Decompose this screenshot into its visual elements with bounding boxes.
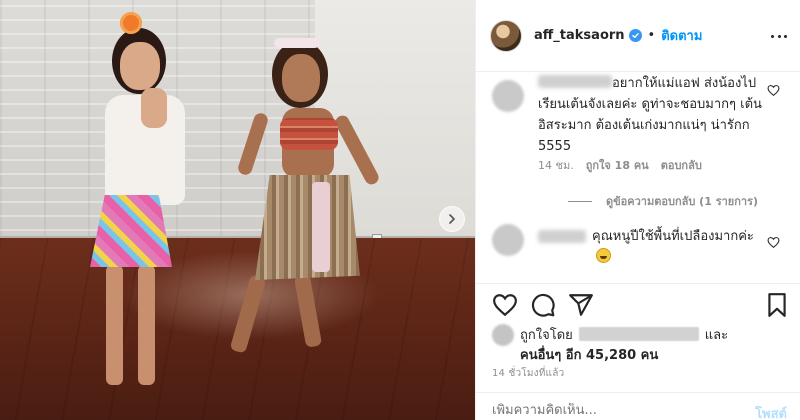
child-left-leg [106, 265, 123, 385]
likes-count[interactable]: คนอื่นๆ อีก 45,280 คน [520, 344, 658, 365]
follow-button[interactable]: ติดตาม [661, 25, 702, 46]
bookmark-icon[interactable] [764, 292, 790, 318]
liker-avatar[interactable] [492, 324, 514, 346]
child-right-top [280, 118, 338, 150]
smiling-sweat-emoji-icon [596, 248, 611, 263]
comment-body: อยากให้แม่แอฟ ส่งน้องไปเรียนเต้นจังเลยค่… [538, 73, 768, 157]
commenter-name-redacted[interactable] [538, 75, 612, 88]
comment-like-icon[interactable] [767, 236, 780, 249]
author-username[interactable]: aff_taksaorn [534, 28, 625, 43]
view-replies-label: ดูข้อความตอบกลับ (1 รายการ) [606, 195, 758, 208]
post-comment-button[interactable]: โพสต์ [755, 403, 787, 420]
comment-input[interactable] [492, 403, 722, 418]
likes-line: ถูกใจโดย และ [520, 324, 728, 345]
child-left-leg-2 [138, 265, 155, 385]
add-comment-bar: โพสต์ [476, 392, 800, 420]
next-media-button[interactable] [439, 206, 465, 232]
heart-icon[interactable] [492, 292, 518, 318]
child-right-face [282, 54, 320, 102]
comment-meta: 14 ชม. ถูกใจ 18 คน ตอบกลับ [538, 156, 702, 174]
comment-age: 14 ชม. [538, 159, 574, 172]
post-sidebar: aff_taksaorn • ติดตาม อยากให้แม่แอฟ ส่งน… [475, 0, 800, 420]
comment-icon[interactable] [530, 292, 556, 318]
verified-badge-icon [628, 29, 642, 42]
hair-flower [120, 12, 142, 34]
comment-list: อยากให้แม่แอฟ ส่งน้องไปเรียนเต้นจังเลยค่… [476, 72, 800, 282]
post-header: aff_taksaorn • ติดตาม [476, 0, 800, 72]
liked-by-label: ถูกใจโดย [520, 328, 573, 343]
more-icon-dot [784, 34, 787, 38]
commenter-avatar[interactable] [492, 80, 524, 112]
author-avatar[interactable] [490, 19, 522, 52]
commenter-avatar[interactable] [492, 224, 524, 256]
likes-and-label: และ [704, 328, 729, 343]
chevron-right-icon [449, 214, 455, 224]
more-icon-dot [771, 34, 774, 38]
post-photo[interactable] [0, 0, 475, 420]
comment-like-icon[interactable] [767, 84, 780, 97]
comment-body: คุณหนูปีใช้พื้นที่เปลืองมากค่ะ [592, 226, 767, 268]
comment-text: คุณหนูปีใช้พื้นที่เปลืองมากค่ะ [592, 229, 754, 244]
action-bar [476, 283, 800, 327]
child-right-skirt [255, 175, 360, 280]
child-left-face [120, 42, 160, 90]
post-timestamp[interactable]: 14 ชั่วโมงที่แล้ว [492, 366, 564, 381]
more-options-button[interactable] [771, 28, 787, 44]
view-replies-button[interactable]: ดูข้อความตอบกลับ (1 รายการ) [568, 192, 758, 210]
header-separator: • [647, 28, 656, 43]
child-right-sash [312, 182, 330, 272]
more-icon-dot [777, 34, 781, 38]
reply-button[interactable]: ตอบกลับ [661, 156, 702, 174]
child-right-headband [274, 38, 320, 48]
liker-name-redacted[interactable] [578, 327, 699, 341]
child-left-arm [141, 88, 167, 128]
commenter-name-redacted[interactable] [538, 230, 586, 243]
comment-like-count[interactable]: ถูกใจ 18 คน [586, 156, 649, 174]
instagram-post-view: aff_taksaorn • ติดตาม อยากให้แม่แอฟ ส่งน… [0, 0, 800, 420]
share-icon[interactable] [568, 292, 594, 318]
